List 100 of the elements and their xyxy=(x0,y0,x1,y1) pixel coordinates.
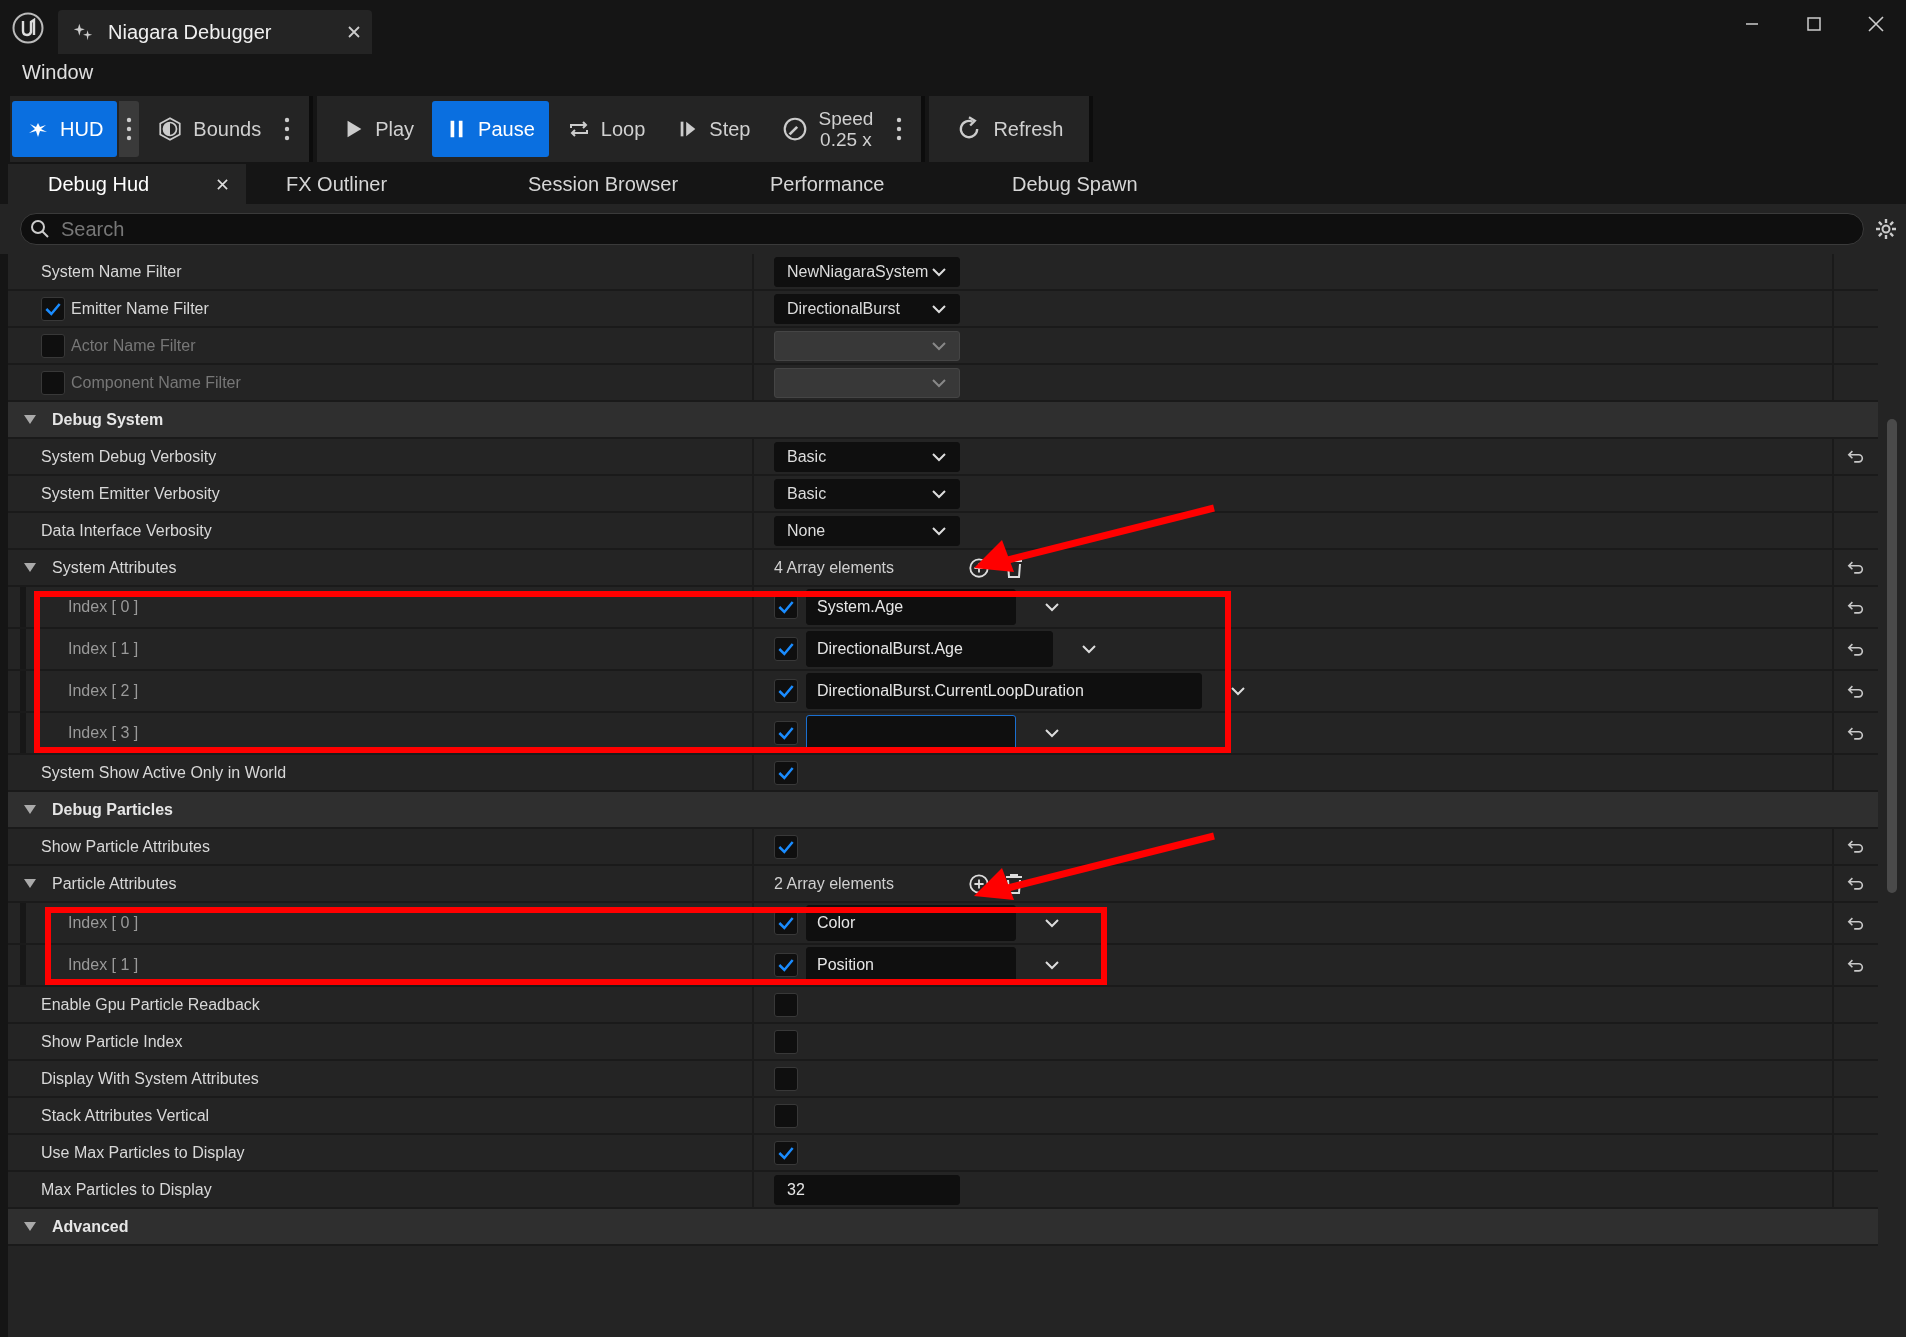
close-icon[interactable] xyxy=(217,178,228,190)
dropdown[interactable]: Basic xyxy=(774,478,960,509)
element-label: Index [ 2 ] xyxy=(68,682,139,700)
reset-icon[interactable] xyxy=(1847,599,1865,615)
section-title: Advanced xyxy=(52,1217,129,1236)
property-label: Data Interface Verbosity xyxy=(41,521,212,540)
section-header[interactable]: Debug System xyxy=(8,402,1878,439)
expand-triangle-icon[interactable] xyxy=(24,878,36,889)
property-label: Use Max Particles to Display xyxy=(41,1143,245,1162)
tab-title: Niagara Debugger xyxy=(108,20,273,44)
dropdown[interactable]: None xyxy=(774,515,960,546)
dropdown[interactable]: Basic xyxy=(774,441,960,472)
array-count: 2 Array elements xyxy=(774,874,896,893)
expand-triangle-icon[interactable] xyxy=(24,562,36,573)
checkbox[interactable] xyxy=(774,1066,798,1091)
section-header[interactable]: Advanced xyxy=(8,1209,1878,1246)
value-field[interactable]: DirectionalBurst.CurrentLoopDuration xyxy=(806,673,1202,709)
property-label: Max Particles to Display xyxy=(41,1180,212,1199)
tab[interactable]: FX Outliner xyxy=(246,164,488,204)
checkbox[interactable] xyxy=(774,1029,798,1054)
checkbox[interactable] xyxy=(774,595,798,619)
scrollbar-thumb[interactable] xyxy=(1887,419,1897,893)
expand-triangle-icon[interactable] xyxy=(24,1221,36,1232)
chevron-icon xyxy=(1230,686,1246,696)
toolbar-button[interactable]: Speed 0.25 x xyxy=(768,101,888,157)
toolbar-button[interactable]: Pause xyxy=(432,101,549,157)
close-icon[interactable] xyxy=(348,26,360,38)
property-label: Show Particle Attributes xyxy=(41,837,210,856)
number-field[interactable]: 32 xyxy=(774,1174,960,1205)
chevron-icon xyxy=(1081,644,1097,654)
section-title: Debug System xyxy=(52,410,164,429)
dropdown[interactable]: NewNiagaraSystem xyxy=(774,256,960,287)
checkbox[interactable] xyxy=(774,1103,798,1128)
reset-icon[interactable] xyxy=(1847,957,1865,973)
property-label: Enable Gpu Particle Readback xyxy=(41,995,260,1014)
toolbar-button[interactable]: Play xyxy=(329,101,429,157)
settings-icon[interactable] xyxy=(1874,217,1898,241)
chevron-icon xyxy=(931,340,947,351)
reset-icon[interactable] xyxy=(1847,560,1865,575)
maximize-icon[interactable] xyxy=(1806,16,1822,32)
property-label: System Debug Verbosity xyxy=(41,447,217,466)
checkbox[interactable] xyxy=(774,760,798,785)
chevron-icon xyxy=(1044,602,1060,612)
reset-icon[interactable] xyxy=(1847,839,1865,854)
checkbox[interactable] xyxy=(774,911,798,935)
checkbox[interactable] xyxy=(774,834,798,859)
property-label: Emitter Name Filter xyxy=(71,299,209,318)
document-tab[interactable]: Niagara Debugger xyxy=(58,10,372,54)
toolbar-button[interactable]: HUD xyxy=(12,101,118,157)
checkbox[interactable] xyxy=(774,679,798,703)
reset-icon[interactable] xyxy=(1847,683,1865,699)
property-label: System Emitter Verbosity xyxy=(41,484,220,503)
trash-icon[interactable] xyxy=(1004,872,1024,895)
property-label: Particle Attributes xyxy=(52,874,177,893)
property-label: Stack Attributes Vertical xyxy=(41,1106,210,1125)
property-label: System Name Filter xyxy=(41,262,182,281)
tab[interactable]: Debug Hud xyxy=(8,164,246,204)
reset-icon[interactable] xyxy=(1847,876,1865,891)
checkbox[interactable] xyxy=(774,637,798,661)
kebab-icon[interactable] xyxy=(119,101,140,157)
checkbox[interactable] xyxy=(774,992,798,1017)
sparkle-icon xyxy=(72,21,94,43)
dropdown[interactable]: DirectionalBurst xyxy=(774,293,960,324)
element-label: Index [ 0 ] xyxy=(68,598,139,616)
reset-icon[interactable] xyxy=(1847,641,1865,657)
section-title: Debug Particles xyxy=(52,800,173,819)
toolbar-button[interactable]: Step xyxy=(663,101,765,157)
checkbox[interactable] xyxy=(774,721,798,745)
chevron-icon xyxy=(931,266,947,277)
expand-triangle-icon[interactable] xyxy=(24,414,36,425)
chevron-icon xyxy=(931,451,947,462)
close-icon[interactable] xyxy=(1868,16,1884,32)
checkbox[interactable] xyxy=(41,296,65,321)
chevron-icon xyxy=(931,377,947,388)
toolbar-button[interactable]: Loop xyxy=(552,101,660,157)
property-label: Show Particle Index xyxy=(41,1032,183,1051)
chevron-icon xyxy=(1044,728,1060,738)
chevron-icon xyxy=(931,303,947,314)
property-label: System Attributes xyxy=(52,558,177,577)
checkbox[interactable] xyxy=(774,953,798,977)
menu-item[interactable]: Window xyxy=(22,60,94,84)
bounds-icon xyxy=(157,116,184,142)
tab[interactable]: Session Browser xyxy=(488,164,730,204)
reset-icon[interactable] xyxy=(1847,725,1865,741)
reset-icon[interactable] xyxy=(1847,915,1865,931)
add-icon[interactable] xyxy=(968,556,990,579)
chevron-icon xyxy=(1044,918,1060,928)
reset-icon[interactable] xyxy=(1847,449,1865,464)
search-field[interactable]: Search xyxy=(20,213,1864,245)
property-label: Display With System Attributes xyxy=(41,1069,259,1088)
tab[interactable]: Debug Spawn xyxy=(972,164,1214,204)
expand-triangle-icon[interactable] xyxy=(24,804,36,815)
property-label: Actor Name Filter xyxy=(71,336,196,355)
checkbox[interactable] xyxy=(774,1140,798,1165)
chevron-icon xyxy=(1044,960,1060,970)
value-field[interactable]: DirectionalBurst.Age xyxy=(806,631,1053,667)
tab[interactable]: Performance xyxy=(730,164,972,204)
search-icon xyxy=(30,219,50,239)
section-header[interactable]: Debug Particles xyxy=(8,792,1878,829)
toolbar-button[interactable]: Bounds xyxy=(143,101,276,157)
